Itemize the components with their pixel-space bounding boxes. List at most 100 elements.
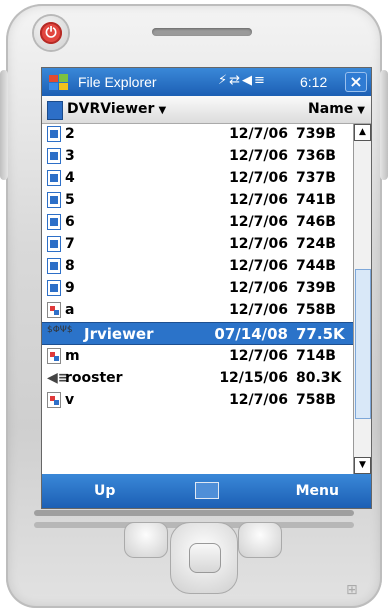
file-name: m (65, 348, 80, 364)
image-file-icon (47, 302, 61, 318)
windows-logo-icon: ⊞ (346, 582, 358, 598)
file-size: 737B (296, 170, 336, 186)
chevron-down-icon: ▼ (357, 105, 365, 116)
file-date: 07/14/08 (214, 325, 288, 343)
file-name: 8 (65, 258, 75, 274)
file-row[interactable]: m 12/7/06 714B (42, 346, 353, 367)
speaker-slot (152, 28, 252, 36)
file-date: 12/7/06 (229, 280, 288, 296)
file-row[interactable]: 5 12/7/06 741B (42, 190, 353, 211)
file-date: 12/15/06 (219, 370, 288, 386)
file-date: 12/7/06 (229, 258, 288, 274)
dpad-center-button[interactable] (189, 543, 221, 573)
document-icon (47, 148, 61, 164)
file-date: 12/7/06 (229, 126, 288, 142)
file-date: 12/7/06 (229, 214, 288, 230)
scroll-up-arrow-icon[interactable]: ▲ (354, 124, 371, 141)
scroll-thumb[interactable] (355, 269, 371, 419)
document-icon (47, 170, 61, 186)
right-side-button[interactable] (380, 70, 388, 180)
vertical-scrollbar[interactable]: ▲ ▼ (353, 124, 371, 474)
file-name: 2 (65, 126, 75, 142)
file-date: 12/7/06 (229, 236, 288, 252)
file-date: 12/7/06 (229, 192, 288, 208)
status-icons[interactable]: ⚡⇄◀≡ (218, 73, 267, 88)
file-row[interactable]: 7 12/7/06 724B (42, 234, 353, 255)
file-date: 12/7/06 (229, 348, 288, 364)
scroll-down-arrow-icon[interactable]: ▼ (354, 457, 371, 474)
image-file-icon (47, 392, 61, 408)
file-row[interactable]: 8 12/7/06 744B (42, 256, 353, 277)
file-size: 741B (296, 192, 336, 208)
file-size: 739B (296, 280, 336, 296)
file-name: 4 (65, 170, 75, 186)
folder-icon (47, 101, 63, 120)
file-size: 744B (296, 258, 336, 274)
file-size: 714B (296, 348, 336, 364)
file-name: v (65, 392, 75, 408)
document-icon (47, 258, 61, 274)
file-date: 12/7/06 (229, 392, 288, 408)
file-list: 2 12/7/06 739B 3 12/7/06 736B 4 12/7/06 … (42, 124, 353, 474)
windows-start-icon[interactable] (48, 72, 70, 92)
file-size: 77.5K (296, 325, 345, 343)
file-name: a (65, 302, 75, 318)
app-title: File Explorer (78, 74, 157, 90)
file-name: 7 (65, 236, 75, 252)
file-name: 6 (65, 214, 75, 230)
file-size: 746B (296, 214, 336, 230)
file-row[interactable]: ◀≡ rooster 12/15/06 80.3K (42, 368, 353, 389)
file-size: 739B (296, 126, 336, 142)
power-button[interactable]: ⏻ (34, 16, 68, 50)
file-row[interactable]: a 12/7/06 758B (42, 300, 353, 321)
softkey-bar: Up Menu (42, 474, 371, 508)
folder-header: DVRViewer ▼ Name ▼ (42, 96, 371, 124)
menu-softkey[interactable]: Menu (296, 483, 339, 499)
device-trim (34, 510, 354, 516)
file-size: 80.3K (296, 370, 342, 386)
document-icon (47, 192, 61, 208)
file-row[interactable]: 2 12/7/06 739B (42, 124, 353, 145)
clock-time[interactable]: 6:12 (300, 74, 327, 90)
keyboard-icon[interactable] (195, 482, 219, 499)
folder-dropdown[interactable]: DVRViewer ▼ (67, 101, 166, 117)
file-name: Jrviewer (84, 325, 154, 343)
file-size: 736B (296, 148, 336, 164)
speaker-icon: ◀≡ (47, 370, 70, 386)
file-date: 12/7/06 (229, 170, 288, 186)
document-icon (47, 126, 61, 142)
file-date: 12/7/06 (229, 302, 288, 318)
document-icon (47, 214, 61, 230)
close-button[interactable]: × (345, 72, 367, 92)
file-row[interactable]: 4 12/7/06 737B (42, 168, 353, 189)
file-size: 758B (296, 302, 336, 318)
file-row[interactable]: 6 12/7/06 746B (42, 212, 353, 233)
directional-pad[interactable] (170, 522, 238, 594)
sort-dropdown[interactable]: Name ▼ (308, 101, 365, 117)
image-file-icon (47, 348, 61, 364)
power-icon: ⏻ (40, 22, 62, 44)
file-row-selected[interactable]: $ΦΨ$ Jrviewer 07/14/08 77.5K (42, 322, 353, 345)
file-row[interactable]: 3 12/7/06 736B (42, 146, 353, 167)
file-name: 5 (65, 192, 75, 208)
file-size: 724B (296, 236, 336, 252)
folder-name: DVRViewer (67, 101, 155, 117)
file-row[interactable]: v 12/7/06 758B (42, 390, 353, 411)
hardware-left-button[interactable] (124, 522, 168, 558)
file-row[interactable]: 9 12/7/06 739B (42, 278, 353, 299)
document-icon (47, 280, 61, 296)
document-icon (47, 236, 61, 252)
file-name: 3 (65, 148, 75, 164)
sort-label: Name (308, 101, 354, 117)
up-softkey[interactable]: Up (94, 483, 115, 499)
executable-icon: $ΦΨ$ (47, 325, 73, 335)
device-screen: File Explorer ⚡⇄◀≡ 6:12 × DVRViewer ▼ Nam… (41, 67, 372, 509)
file-date: 12/7/06 (229, 148, 288, 164)
chevron-down-icon: ▼ (158, 105, 167, 116)
hardware-right-button[interactable] (238, 522, 282, 558)
file-name: rooster (65, 370, 123, 386)
title-bar: File Explorer ⚡⇄◀≡ 6:12 × (42, 68, 371, 96)
left-side-button[interactable] (0, 70, 8, 180)
file-name: 9 (65, 280, 75, 296)
file-size: 758B (296, 392, 336, 408)
